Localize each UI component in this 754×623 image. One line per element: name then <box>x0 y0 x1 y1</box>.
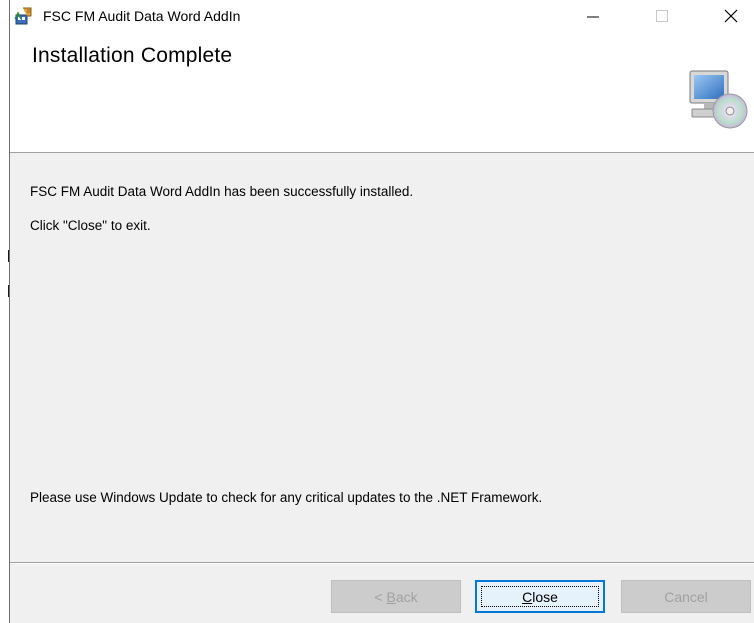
focus-rectangle <box>481 586 599 607</box>
cancel-button[interactable]: Cancel <box>621 580 751 613</box>
page-title: Installation Complete <box>32 44 233 67</box>
minimize-icon <box>587 16 599 17</box>
maximize-button[interactable] <box>639 0 685 31</box>
minimize-button[interactable] <box>570 0 616 31</box>
close-button[interactable]: Close <box>475 580 605 613</box>
window-title: FSC FM Audit Data Word AddIn <box>43 8 241 24</box>
update-notice: Please use Windows Update to check for a… <box>30 490 543 505</box>
maximize-icon <box>656 9 668 22</box>
installer-app-icon <box>14 7 32 25</box>
close-icon <box>724 9 738 22</box>
back-button[interactable]: < Back <box>331 580 461 613</box>
cancel-button-label: Cancel <box>664 588 708 605</box>
back-button-label: ack <box>395 588 418 605</box>
exit-instruction: Click "Close" to exit. <box>30 218 151 233</box>
close-window-button[interactable] <box>708 0 754 31</box>
back-button-prefix: < <box>374 588 387 605</box>
back-button-mnemonic: B <box>386 588 396 605</box>
computer-cd-icon <box>689 70 748 129</box>
footer-divider <box>10 562 754 564</box>
success-message: FSC FM Audit Data Word AddIn has been su… <box>30 184 414 199</box>
background-edge <box>0 0 9 623</box>
title-bar[interactable]: FSC FM Audit Data Word AddIn <box>10 0 754 31</box>
installer-window: FSC FM Audit Data Word AddIn Installatio… <box>9 0 754 623</box>
